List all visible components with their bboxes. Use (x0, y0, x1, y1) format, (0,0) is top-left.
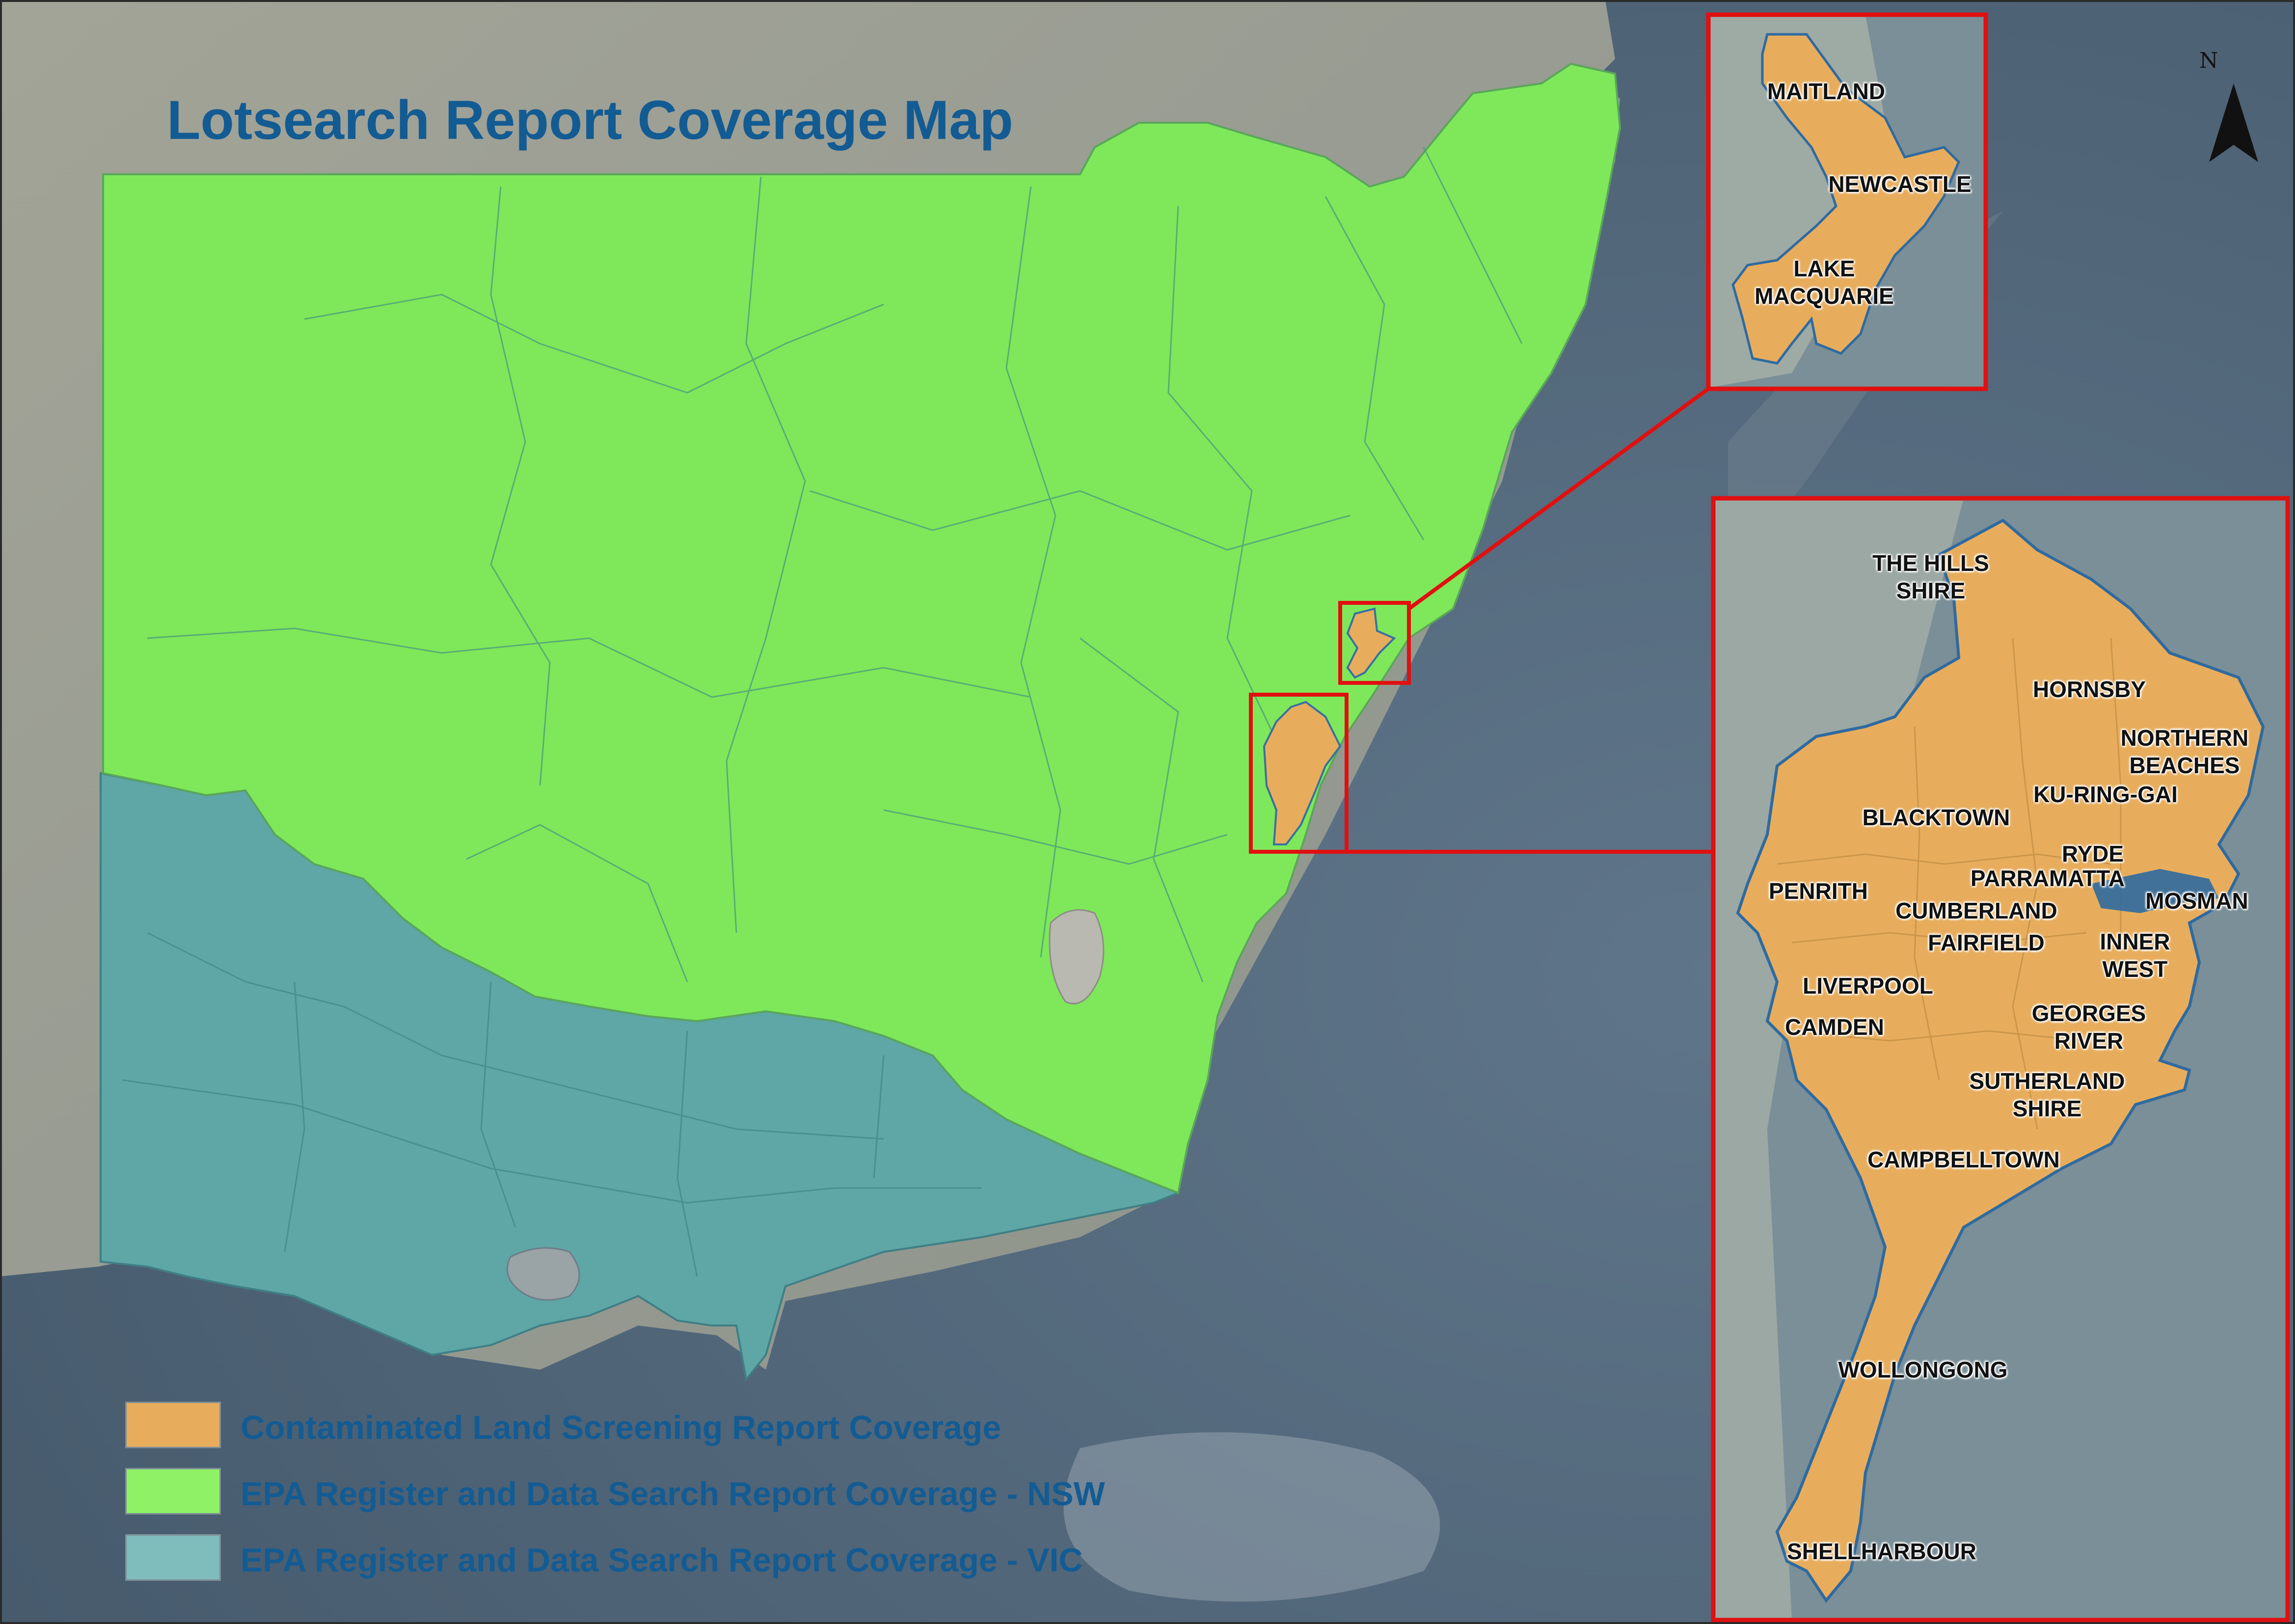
label-newcastle: NEWCASTLE (1828, 171, 1971, 197)
label-northern-beaches: NORTHERN BEACHES (2120, 725, 2249, 778)
legend-swatch-contaminated-land (125, 1402, 221, 1448)
north-label: N (2199, 48, 2218, 73)
label-penrith: PENRITH (1769, 878, 1868, 904)
label-the-hills-shire: THE HILLS SHIRE (1872, 550, 1989, 603)
label-camden: CAMDEN (1785, 1014, 1884, 1040)
legend-swatch-vic (125, 1534, 221, 1581)
label-fairfield: FAIRFIELD (1928, 930, 2045, 955)
label-cumberland: CUMBERLAND (1895, 898, 2057, 923)
label-georges-river: GEORGES RIVER (2031, 1001, 2146, 1054)
label-lake-macquarie: LAKE MACQUARIE (1755, 256, 1894, 309)
legend-label-contaminated-land: Contaminated Land Screening Report Cover… (241, 1409, 1001, 1446)
label-ku-ring-gai: KU-RING-GAI (2033, 782, 2178, 807)
map-title: Lotsearch Report Coverage Map (167, 89, 1013, 151)
label-sutherland-shire: SUTHERLAND SHIRE (1969, 1068, 2125, 1121)
label-mosman: MOSMAN (2145, 888, 2248, 914)
legend-swatch-nsw (125, 1468, 221, 1515)
label-liverpool: LIVERPOOL (1803, 973, 1933, 999)
label-shellharbour: SHELLHARBOUR (1787, 1539, 1976, 1564)
legend-label-vic: EPA Register and Data Search Report Cove… (241, 1542, 1083, 1579)
sydney-inset[interactable] (1711, 496, 2290, 1623)
label-wollongong: WOLLONGONG (1838, 1357, 2008, 1382)
legend-item-vic[interactable]: EPA Register and Data Search Report Cove… (125, 1534, 1205, 1583)
newcastle-inset[interactable] (1706, 12, 1988, 391)
legend-label-nsw: EPA Register and Data Search Report Cove… (241, 1475, 1105, 1513)
legend-item-contaminated-land[interactable]: Contaminated Land Screening Report Cover… (125, 1402, 1205, 1451)
label-blacktown: BLACKTOWN (1862, 805, 2010, 830)
label-parramatta: PARRAMATTA (1970, 866, 2125, 891)
label-maitland: MAITLAND (1767, 79, 1886, 104)
label-inner-west: INNER WEST (2100, 929, 2170, 982)
map-frame: Lotsearch Report Coverage Map N MAITLAND… (0, 0, 2295, 1624)
label-campbelltown: CAMPBELLTOWN (1867, 1147, 2060, 1172)
label-hornsby: HORNSBY (2032, 677, 2146, 702)
legend-item-nsw[interactable]: EPA Register and Data Search Report Cove… (125, 1468, 1205, 1517)
label-ryde: RYDE (2061, 841, 2124, 866)
